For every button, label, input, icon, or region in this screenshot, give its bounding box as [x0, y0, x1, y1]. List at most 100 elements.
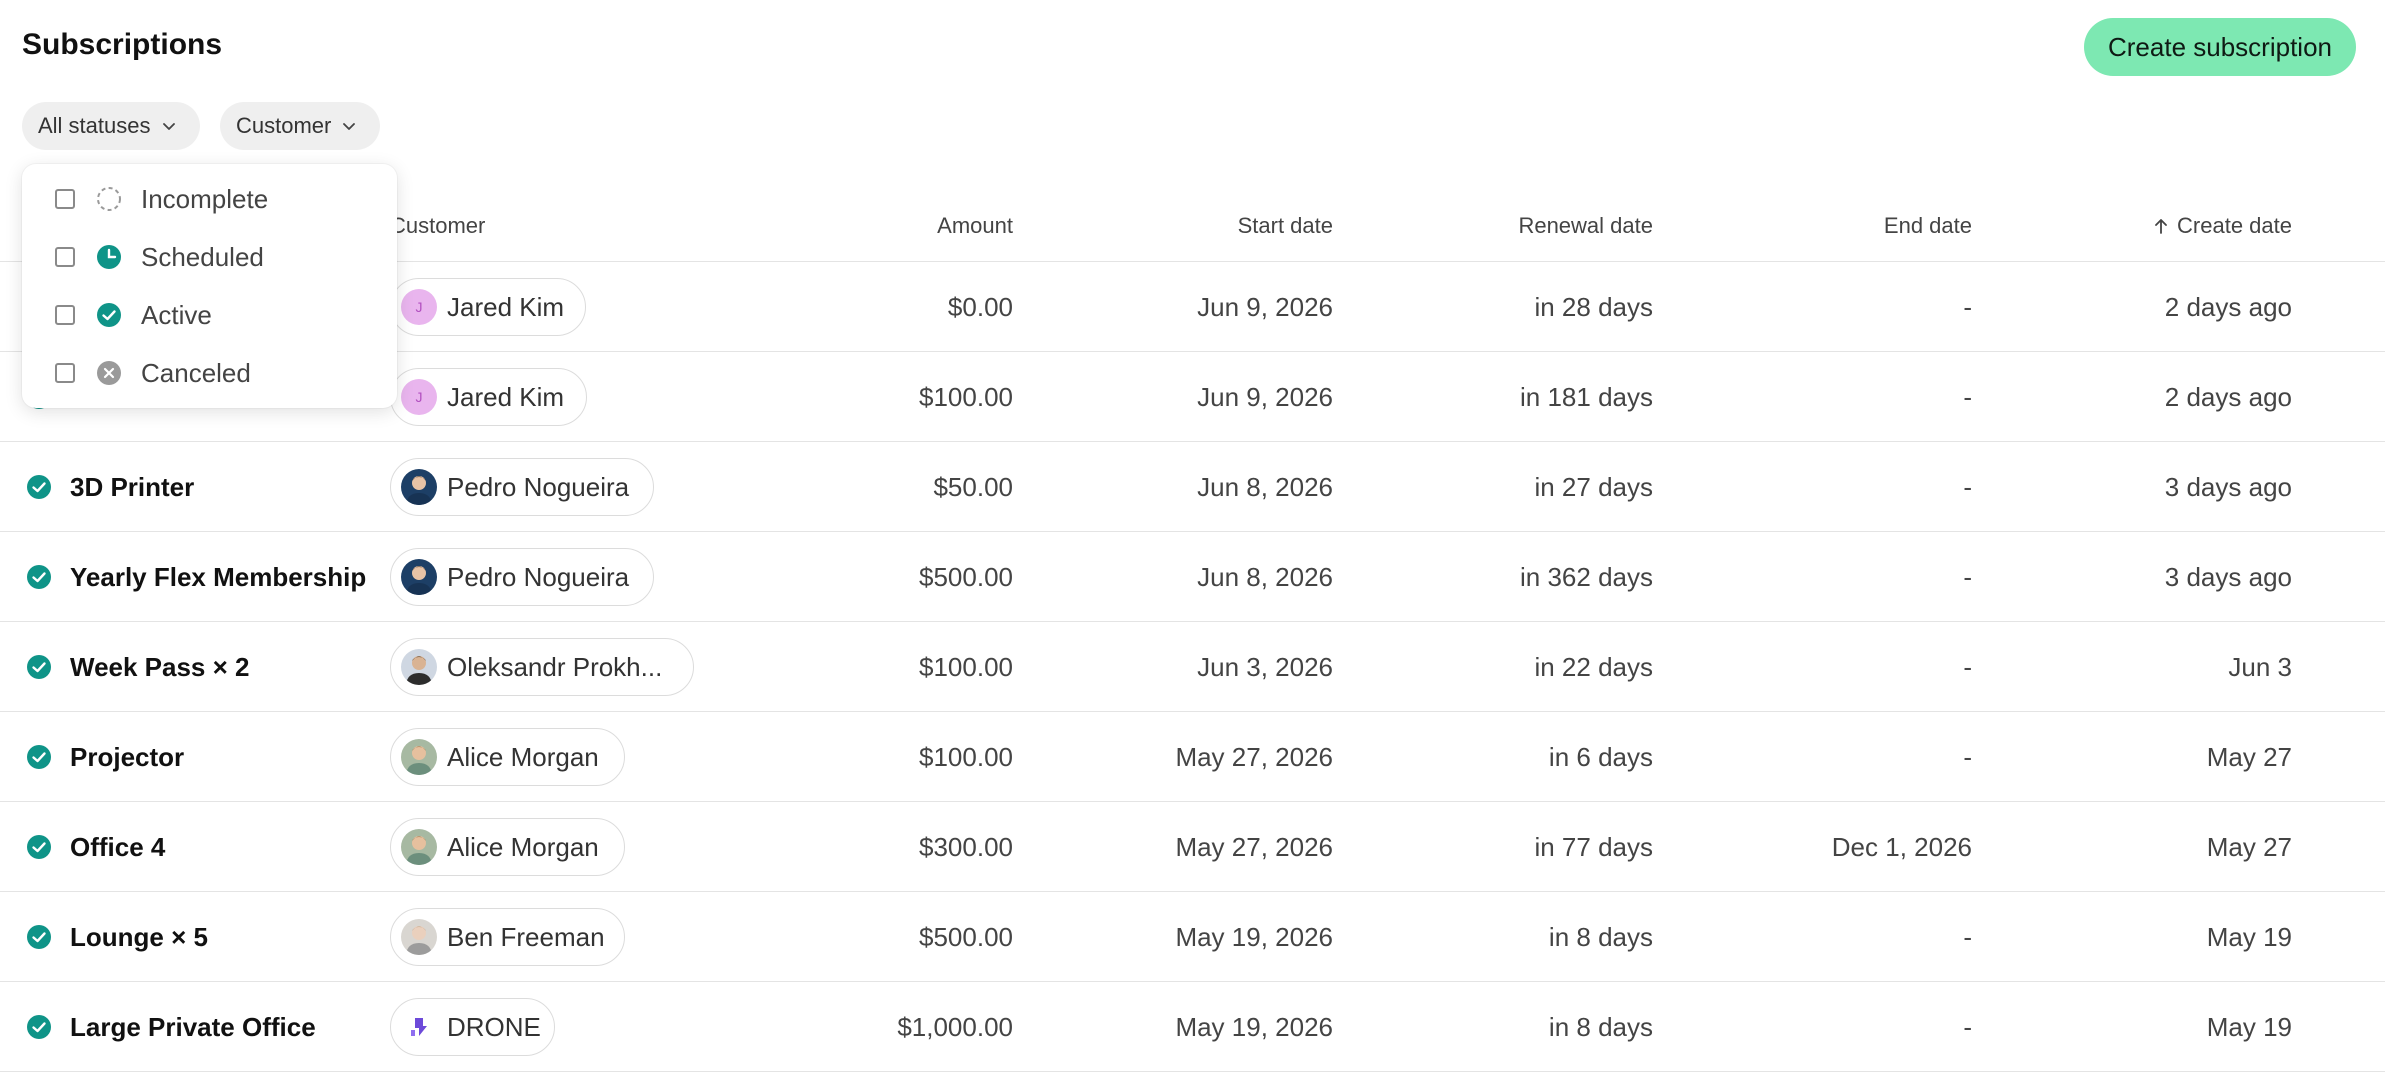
customer-filter-label: Customer [236, 113, 332, 138]
column-header-start-date[interactable]: Start date [1060, 190, 1333, 262]
subscription-name[interactable]: Office 4 [70, 802, 165, 892]
column-header-renewal-date[interactable]: Renewal date [1400, 190, 1653, 262]
table-row[interactable]: Projector Alice Morgan $100.00 May 27, 2026… [0, 712, 2385, 802]
chevron-down-icon [341, 118, 357, 134]
x-circle-icon [96, 360, 122, 386]
column-header-customer[interactable]: Customer [390, 190, 485, 262]
customer-name: Pedro Nogueira [447, 561, 630, 592]
end-date-cell: - [1963, 1011, 1972, 1042]
avatar [401, 649, 437, 685]
amount-cell: $1,000.00 [897, 1011, 1013, 1042]
amount-cell: $300.00 [919, 831, 1013, 862]
renewal-date-cell: in 28 days [1534, 291, 1653, 322]
create-date-cell: May 27 [2206, 831, 2292, 862]
amount-cell: $100.00 [919, 651, 1013, 682]
customer-chip[interactable]: J Jared Kim [390, 278, 586, 336]
subscription-name[interactable]: Large Private Office [70, 982, 316, 1072]
customer-name: DRONE [447, 1011, 541, 1042]
checkbox[interactable] [55, 247, 75, 267]
create-subscription-button[interactable]: Create subscription [2084, 18, 2356, 76]
table-row[interactable]: 3D Printer Pedro Nogueira $50.00 Jun 8, 202… [0, 442, 2385, 532]
table-row[interactable]: Week Pass × 2 Oleksandr Prokh... $100.00 Ju… [0, 622, 2385, 712]
subscription-name[interactable]: Projector [70, 712, 184, 802]
amount-cell: $100.00 [919, 741, 1013, 772]
status-option-canceled[interactable]: Canceled [22, 344, 397, 402]
end-date-cell: - [1963, 471, 1972, 502]
status-option-label: Active [141, 299, 212, 330]
end-date-cell: - [1963, 291, 1972, 322]
amount-cell: $500.00 [919, 561, 1013, 592]
customer-name: Alice Morgan [447, 741, 599, 772]
subscription-name[interactable]: Yearly Flex Membership [70, 532, 366, 622]
checkbox[interactable] [55, 305, 75, 325]
table-row[interactable]: Yearly Flex Membership Pedro Nogueira $500… [0, 532, 2385, 622]
status-filter[interactable]: All statuses [22, 102, 200, 150]
customer-chip[interactable]: Pedro Nogueira [390, 458, 654, 516]
status-option-scheduled[interactable]: Scheduled [22, 228, 397, 286]
check-circle-icon [26, 1014, 52, 1040]
check-circle-icon [26, 654, 52, 680]
avatar [401, 919, 437, 955]
create-date-cell: May 27 [2206, 741, 2292, 772]
create-date-cell: May 19 [2206, 921, 2292, 952]
status-option-label: Canceled [141, 357, 251, 388]
subscription-name[interactable]: Week Pass × 2 [70, 622, 250, 712]
check-circle-icon [26, 924, 52, 950]
renewal-date-cell: in 8 days [1548, 1011, 1653, 1042]
avatar [401, 1009, 437, 1045]
start-date-cell: May 19, 2026 [1175, 1011, 1333, 1042]
amount-cell: $0.00 [947, 291, 1013, 322]
create-date-label: Create date [2177, 213, 2292, 238]
customer-chip[interactable]: J Jared Kim [390, 368, 587, 426]
create-date-cell: May 19 [2206, 1011, 2292, 1042]
status-option-incomplete[interactable]: Incomplete [22, 170, 397, 228]
column-header-amount[interactable]: Amount [760, 190, 1013, 262]
customer-chip[interactable]: Oleksandr Prokh... [390, 638, 694, 696]
customer-chip[interactable]: Pedro Nogueira [390, 548, 654, 606]
renewal-date-cell: in 22 days [1534, 651, 1653, 682]
checkbox[interactable] [55, 363, 75, 383]
table-row[interactable]: Large Private Office DRONE $1,000.00 May 19… [0, 982, 2385, 1072]
end-date-cell: - [1963, 741, 1972, 772]
sort-ascending-icon [2153, 190, 2169, 262]
check-circle-icon [26, 744, 52, 770]
create-date-cell: 2 days ago [2164, 291, 2292, 322]
avatar [401, 559, 437, 595]
table-row[interactable]: Office 4 Alice Morgan $300.00 May 27, 2026 i… [0, 802, 2385, 892]
customer-chip[interactable]: DRONE [390, 998, 555, 1056]
table-row[interactable]: Lounge × 5 Ben Freeman $500.00 May 19, 2026… [0, 892, 2385, 982]
create-date-cell: 3 days ago [2164, 471, 2292, 502]
customer-filter[interactable]: Customer [220, 102, 380, 150]
checkbox[interactable] [55, 189, 75, 209]
check-circle-icon [26, 834, 52, 860]
create-date-cell: Jun 3 [2228, 651, 2292, 682]
start-date-cell: May 19, 2026 [1175, 921, 1333, 952]
status-option-active[interactable]: Active [22, 286, 397, 344]
customer-name: Oleksandr Prokh... [447, 651, 663, 682]
customer-chip[interactable]: Alice Morgan [390, 728, 625, 786]
avatar [401, 469, 437, 505]
status-filter-label: All statuses [38, 113, 151, 138]
chevron-down-icon [161, 118, 177, 134]
start-date-cell: Jun 3, 2026 [1197, 651, 1333, 682]
avatar [401, 739, 437, 775]
renewal-date-cell: in 362 days [1520, 561, 1653, 592]
renewal-date-cell: in 8 days [1548, 921, 1653, 952]
avatar-initial: J [415, 299, 423, 315]
renewal-date-cell: in 77 days [1534, 831, 1653, 862]
status-option-label: Scheduled [141, 241, 264, 272]
column-header-end-date[interactable]: End date [1700, 190, 1972, 262]
start-date-cell: Jun 9, 2026 [1197, 291, 1333, 322]
renewal-date-cell: in 6 days [1548, 741, 1653, 772]
subscription-name[interactable]: 3D Printer [70, 442, 194, 532]
customer-chip[interactable]: Ben Freeman [390, 908, 625, 966]
avatar: J [401, 289, 437, 325]
end-date-cell: - [1963, 921, 1972, 952]
renewal-date-cell: in 181 days [1520, 381, 1653, 412]
create-date-cell: 3 days ago [2164, 561, 2292, 592]
check-circle-icon [26, 474, 52, 500]
renewal-date-cell: in 27 days [1534, 471, 1653, 502]
column-header-create-date[interactable]: Create date [2000, 190, 2292, 262]
subscription-name[interactable]: Lounge × 5 [70, 892, 208, 982]
customer-chip[interactable]: Alice Morgan [390, 818, 625, 876]
